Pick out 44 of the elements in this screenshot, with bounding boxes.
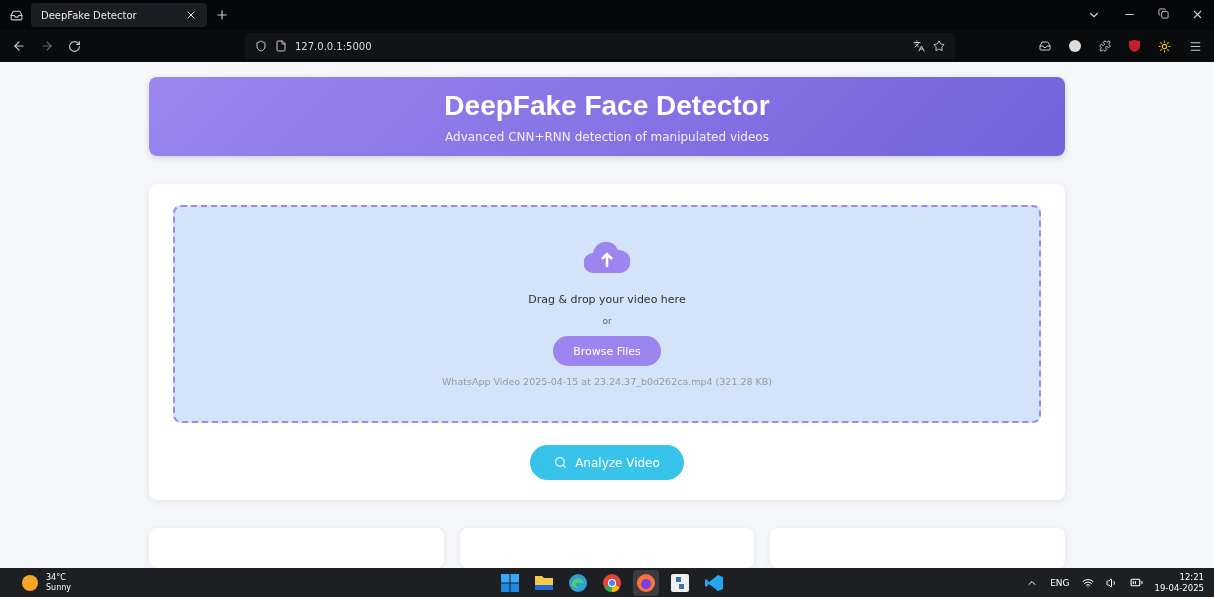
search-icon — [554, 456, 568, 469]
clock-time[interactable]: 12:21 — [1179, 571, 1204, 583]
weather-condition: Sunny — [46, 582, 72, 593]
reload-icon[interactable] — [68, 39, 81, 53]
restore-icon[interactable] — [1158, 8, 1169, 19]
sun-icon[interactable] — [1158, 39, 1171, 53]
cloud-upload-icon — [584, 241, 630, 273]
forward-icon[interactable] — [40, 39, 54, 53]
language-indicator[interactable]: ENG — [1050, 577, 1070, 588]
shield-icon — [255, 40, 267, 52]
firefox-icon — [637, 573, 655, 592]
clock-date[interactable]: 19-04-2025 — [1154, 582, 1204, 594]
folder-icon — [535, 575, 553, 590]
code-editor-icon — [705, 573, 723, 592]
tab-list-icon — [10, 8, 23, 22]
browser-icon — [569, 573, 587, 592]
page-icon — [275, 40, 287, 52]
windows-icon — [501, 573, 519, 592]
app-icon — [671, 573, 689, 592]
back-icon[interactable] — [12, 39, 26, 53]
bookmark-icon[interactable] — [933, 40, 945, 52]
new-tab-icon[interactable] — [215, 8, 229, 22]
volume-icon[interactable] — [1105, 576, 1118, 589]
extensions-icon[interactable] — [1099, 40, 1111, 52]
temperature: 34°C — [46, 572, 67, 583]
account-icon[interactable] — [1069, 40, 1081, 52]
page-subtitle: Advanced CNN+RNN detection of manipulated videos — [445, 129, 769, 144]
translate-icon[interactable] — [913, 40, 925, 52]
close-icon[interactable] — [1191, 8, 1204, 21]
or-text: or — [602, 316, 612, 326]
battery-icon[interactable] — [1129, 576, 1143, 589]
address-bar[interactable]: 127.0.0.1:5000 — [245, 33, 955, 59]
drop-zone[interactable]: Drag & drop your video here or Browse Files WhatsApp Video 2025-04-15 at 23.24.37_b0d262ca.mp4 (321.28 KB) — [173, 205, 1041, 423]
drop-prompt: Drag & drop your video here — [528, 293, 686, 306]
menu-icon[interactable] — [1189, 39, 1202, 53]
page-title: DeepFake Face Detector — [444, 89, 770, 122]
file-info: WhatsApp Video 2025-04-15 at 23.24.37_b0d262ca.mp4 (321.28 KB) — [441, 376, 772, 387]
shield-icon[interactable] — [1129, 40, 1140, 52]
sun-icon — [22, 574, 38, 591]
taskbar-app[interactable] — [633, 569, 659, 596]
chrome-icon — [603, 573, 621, 592]
browser-tab[interactable]: DeepFake Detector — [31, 3, 207, 27]
wifi-icon[interactable] — [1081, 576, 1094, 589]
close-icon[interactable] — [185, 9, 197, 21]
